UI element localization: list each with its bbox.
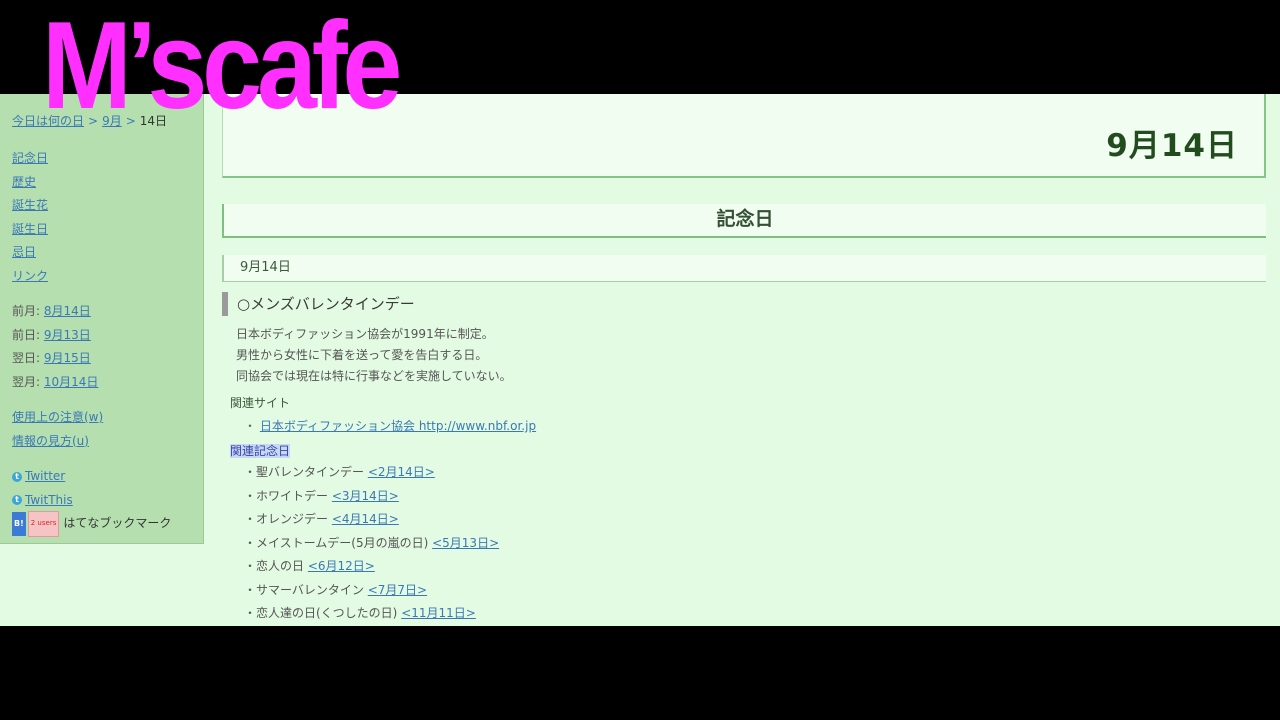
page-title: 9月14日 <box>1106 128 1238 164</box>
sub-date-heading: 9月14日 <box>222 255 1266 282</box>
sidebar-date-nav: 前月: 8月14日 前日: 9月13日 翌日: 9月15日 翌月: 10月14日 <box>12 300 203 394</box>
sidebar: 今日は何の日 >9月 >14日 記念日 歴史 誕生花 誕生日 忌日 リンク 前月: … <box>0 94 204 544</box>
list-item: ・恋人達の日(くつしたの日) <11月11日> <box>244 602 1266 626</box>
list-item: ・メイストームデー(5月の嵐の日) <5月13日> <box>244 532 1266 556</box>
twitthis-link[interactable]: TwitThis <box>25 489 73 513</box>
related-day-link[interactable]: <3月14日> <box>332 489 399 503</box>
section-title: 記念日 <box>222 204 1266 238</box>
related-day-name: ・恋人の日 <box>244 559 305 573</box>
sidebar-item-birth-flower[interactable]: 誕生花 <box>12 198 48 212</box>
sidebar-item-links[interactable]: リンク <box>12 269 48 283</box>
nav-label: 前月: <box>12 304 41 318</box>
sidebar-item-birthday[interactable]: 誕生日 <box>12 222 48 236</box>
related-days-label-row: 関連記念日 <box>230 441 1266 461</box>
list-item: ・聖バレンタインデー <2月14日> <box>244 461 1266 485</box>
hatena-users-badge[interactable]: 2 users <box>27 511 60 537</box>
related-day-link[interactable]: <5月13日> <box>432 536 499 550</box>
hatena-bookmark-icon[interactable]: B! <box>12 512 26 536</box>
related-day-link[interactable]: <7月7日> <box>368 583 427 597</box>
hatena-bookmark-label: はてなブックマーク <box>63 516 172 530</box>
related-days-label: 関連記念日 <box>230 444 291 458</box>
related-day-name: ・聖バレンタインデー <box>244 465 365 479</box>
info-guide-link[interactable]: 情報の見方(u) <box>12 434 89 448</box>
sidebar-item-anniversary[interactable]: 記念日 <box>12 151 48 165</box>
nav-label: 翌月: <box>12 374 41 389</box>
sidebar-item-history[interactable]: 歴史 <box>12 175 36 189</box>
page: 今日は何の日 >9月 >14日 記念日 歴史 誕生花 誕生日 忌日 リンク 前月: … <box>0 94 1280 626</box>
entry-description: 日本ボディファッション協会が1991年に制定。 男性から女性に下着を送って愛を告… <box>236 324 1266 387</box>
twitter-link[interactable]: Twitter <box>25 465 65 489</box>
next-month-link[interactable]: 10月14日 <box>44 375 99 389</box>
related-day-link[interactable]: <11月11日> <box>401 606 476 620</box>
list-bullet: ・ <box>244 419 257 433</box>
related-day-name: ・メイストームデー(5月の嵐の日) <box>244 535 429 550</box>
sidebar-help: 使用上の注意(w) 情報の見方(u) <box>12 406 203 453</box>
sidebar-item-memorial-day[interactable]: 忌日 <box>12 245 36 259</box>
sidebar-menu: 記念日 歴史 誕生花 誕生日 忌日 リンク <box>12 147 203 288</box>
related-site-row: ・ 日本ボディファッション協会 http://www.nbf.or.jp <box>244 417 1266 435</box>
main-content: 9月14日 記念日 9月14日 ○メンズバレンタインデー 日本ボディファッション… <box>222 94 1266 626</box>
list-item: ・オレンジデー <4月14日> <box>244 508 1266 532</box>
list-item: ・サマーバレンタイン <7月7日> <box>244 579 1266 603</box>
sidebar-social: t Twitter t TwitThis B! 2 users はてなブックマーク <box>12 465 203 537</box>
list-item: ・ホワイトデー <3月14日> <box>244 485 1266 509</box>
entry-title: ○メンズバレンタインデー <box>222 292 1266 316</box>
nav-label: 翌日: <box>12 351 41 365</box>
next-day-link[interactable]: 9月15日 <box>44 351 91 365</box>
description-line: 同協会では現在は特に行事などを実施していない。 <box>236 369 512 383</box>
related-site-link[interactable]: 日本ボディファッション協会 http://www.nbf.or.jp <box>260 419 536 433</box>
twitter-icon: t <box>12 471 22 482</box>
prev-month-link[interactable]: 8月14日 <box>44 304 91 318</box>
related-sites-label: 関連サイト <box>230 396 291 410</box>
related-day-link[interactable]: <2月14日> <box>368 465 435 479</box>
usage-notes-link[interactable]: 使用上の注意(w) <box>12 410 103 424</box>
related-days-list: ・聖バレンタインデー <2月14日> ・ホワイトデー <3月14日> ・オレンジ… <box>244 461 1266 626</box>
description-line: 男性から女性に下着を送って愛を告白する日。 <box>236 348 488 362</box>
related-day-link[interactable]: <6月12日> <box>308 559 375 573</box>
twitthis-icon: t <box>12 495 22 506</box>
related-day-name: ・ホワイトデー <box>244 488 329 503</box>
related-day-link[interactable]: <4月14日> <box>332 512 399 526</box>
related-day-name: ・オレンジデー <box>244 512 329 526</box>
prev-day-link[interactable]: 9月13日 <box>44 328 91 342</box>
channel-logo: M’scafe <box>42 0 402 135</box>
related-day-name: ・サマーバレンタイン <box>244 582 364 597</box>
list-item: ・恋人の日 <6月12日> <box>244 555 1266 579</box>
related-day-name: ・恋人達の日(くつしたの日) <box>244 606 398 620</box>
description-line: 日本ボディファッション協会が1991年に制定。 <box>236 327 494 341</box>
nav-label: 前日: <box>12 327 41 342</box>
